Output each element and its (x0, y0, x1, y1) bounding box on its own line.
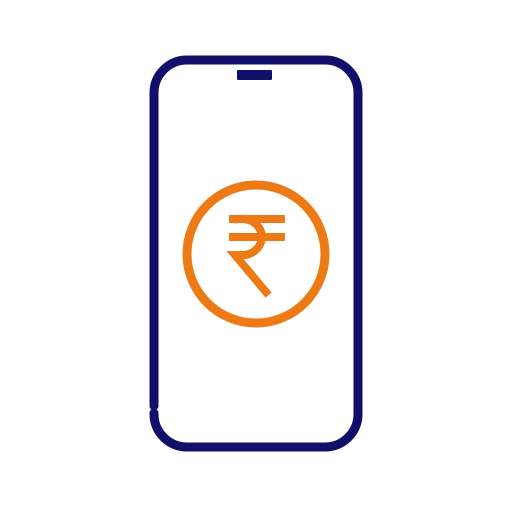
rupee-symbol-icon (226, 214, 285, 298)
mobile-payment-rupee-icon (149, 55, 363, 452)
icon-canvas (0, 0, 512, 512)
speaker-slot-icon (237, 70, 272, 80)
